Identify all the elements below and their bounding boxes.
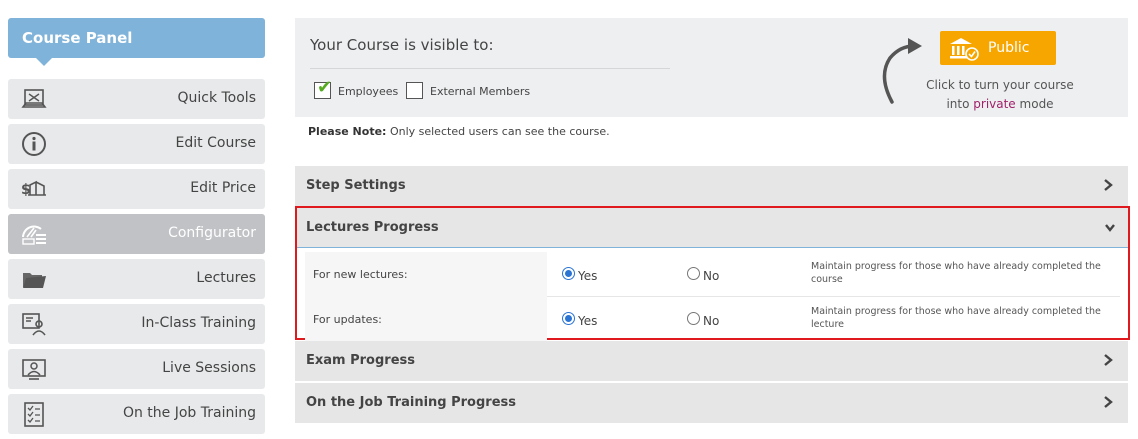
section-title: Exam Progress xyxy=(306,353,415,368)
classroom-icon xyxy=(20,310,48,338)
note-label: Please Note: xyxy=(308,125,387,138)
sidebar-item-in-class-training[interactable]: In-Class Training xyxy=(8,304,265,344)
public-button[interactable]: Public xyxy=(940,31,1056,65)
sidebar-item-edit-course[interactable]: Edit Course xyxy=(8,124,265,164)
hint-line-1: Click to turn your course xyxy=(926,78,1074,92)
radio-yes-label: Yes xyxy=(578,314,598,328)
sidebar-item-label: Live Sessions xyxy=(162,360,256,376)
external-members-checkbox[interactable] xyxy=(406,82,423,99)
sidebar-item-label: Configurator xyxy=(168,225,256,241)
section-title: On the Job Training Progress xyxy=(306,395,516,410)
hint-into: into xyxy=(946,97,970,111)
section-title: Step Settings xyxy=(306,178,406,193)
row-label-cell: For updates: xyxy=(305,297,547,342)
new-lectures-no-radio[interactable] xyxy=(687,267,700,280)
new-lectures-yes-radio[interactable] xyxy=(562,267,575,280)
sidebar-item-label: Quick Tools xyxy=(177,90,256,106)
progress-row-new-lectures: For new lectures: Yes No Maintain progre… xyxy=(305,252,1120,297)
visibility-panel: Your Course is visible to: ✔ Employees E… xyxy=(295,18,1128,117)
divider xyxy=(310,68,670,69)
visibility-title: Your Course is visible to: xyxy=(310,36,494,54)
folder-icon xyxy=(20,265,48,293)
exam-progress-section[interactable]: Exam Progress xyxy=(295,341,1128,381)
lectures-progress-header[interactable]: Lectures Progress xyxy=(297,208,1128,248)
row-label: For new lectures: xyxy=(313,268,408,281)
step-settings-section[interactable]: Step Settings xyxy=(295,166,1128,206)
chevron-right-icon xyxy=(1104,354,1113,366)
public-button-label: Public xyxy=(988,40,1030,56)
chevron-down-icon xyxy=(1105,224,1115,232)
row-description: Maintain progress for those who have alr… xyxy=(811,261,1101,285)
checkmark-icon: ✔ xyxy=(317,77,333,98)
course-panel-header: Course Panel xyxy=(8,18,265,66)
live-session-icon xyxy=(20,355,48,383)
price-icon: $ xyxy=(20,175,48,203)
chevron-right-icon xyxy=(1104,179,1113,191)
note-text: Only selected users can see the course. xyxy=(389,125,610,138)
sidebar-item-label: On the Job Training xyxy=(122,405,256,421)
sidebar-item-label: In-Class Training xyxy=(141,315,256,331)
sidebar-item-label: Edit Course xyxy=(175,135,256,151)
sidebar-item-quick-tools[interactable]: Quick Tools xyxy=(8,79,265,119)
lectures-progress-section: Lectures Progress For new lectures: Yes … xyxy=(295,206,1130,342)
radio-yes-label: Yes xyxy=(578,269,598,283)
bank-check-icon xyxy=(950,38,979,61)
updates-no-radio[interactable] xyxy=(687,312,700,325)
radio-no-label: No xyxy=(703,314,720,328)
sidebar-item-label: Lectures xyxy=(196,270,256,286)
row-label: For updates: xyxy=(313,313,382,326)
quick-tools-icon xyxy=(20,85,48,113)
employees-label: Employees xyxy=(338,85,399,98)
checklist-icon xyxy=(20,400,48,428)
sidebar-item-edit-price[interactable]: $ Edit Price xyxy=(8,169,265,209)
sidebar-item-label: Edit Price xyxy=(190,180,256,196)
section-title: Lectures Progress xyxy=(306,220,439,235)
visibility-hint: Click to turn your course into private m… xyxy=(915,76,1085,114)
updates-yes-radio[interactable] xyxy=(562,312,575,325)
course-panel-title: Course Panel xyxy=(22,29,133,47)
external-members-label: External Members xyxy=(430,85,531,98)
radio-no-label: No xyxy=(703,269,720,283)
row-description: Maintain progress for those who have alr… xyxy=(811,306,1101,330)
on-the-job-training-progress-section[interactable]: On the Job Training Progress xyxy=(295,383,1128,423)
sidebar-item-configurator[interactable]: Configurator xyxy=(8,214,265,254)
sidebar-item-live-sessions[interactable]: Live Sessions xyxy=(8,349,265,389)
sidebar-item-on-the-job-training[interactable]: On the Job Training xyxy=(8,394,265,434)
sidebar-item-lectures[interactable]: Lectures xyxy=(8,259,265,299)
visibility-note: Please Note: Only selected users can see… xyxy=(308,125,610,138)
header-pointer xyxy=(36,58,52,66)
employees-checkbox[interactable]: ✔ xyxy=(314,77,332,99)
info-icon xyxy=(20,130,48,158)
configurator-icon xyxy=(20,220,48,248)
row-label-cell: For new lectures: xyxy=(305,252,547,297)
hint-mode: mode xyxy=(1019,97,1054,111)
hint-private: private xyxy=(973,97,1016,111)
chevron-right-icon xyxy=(1104,396,1113,408)
progress-row-updates: For updates: Yes No Maintain progress fo… xyxy=(305,297,1120,342)
